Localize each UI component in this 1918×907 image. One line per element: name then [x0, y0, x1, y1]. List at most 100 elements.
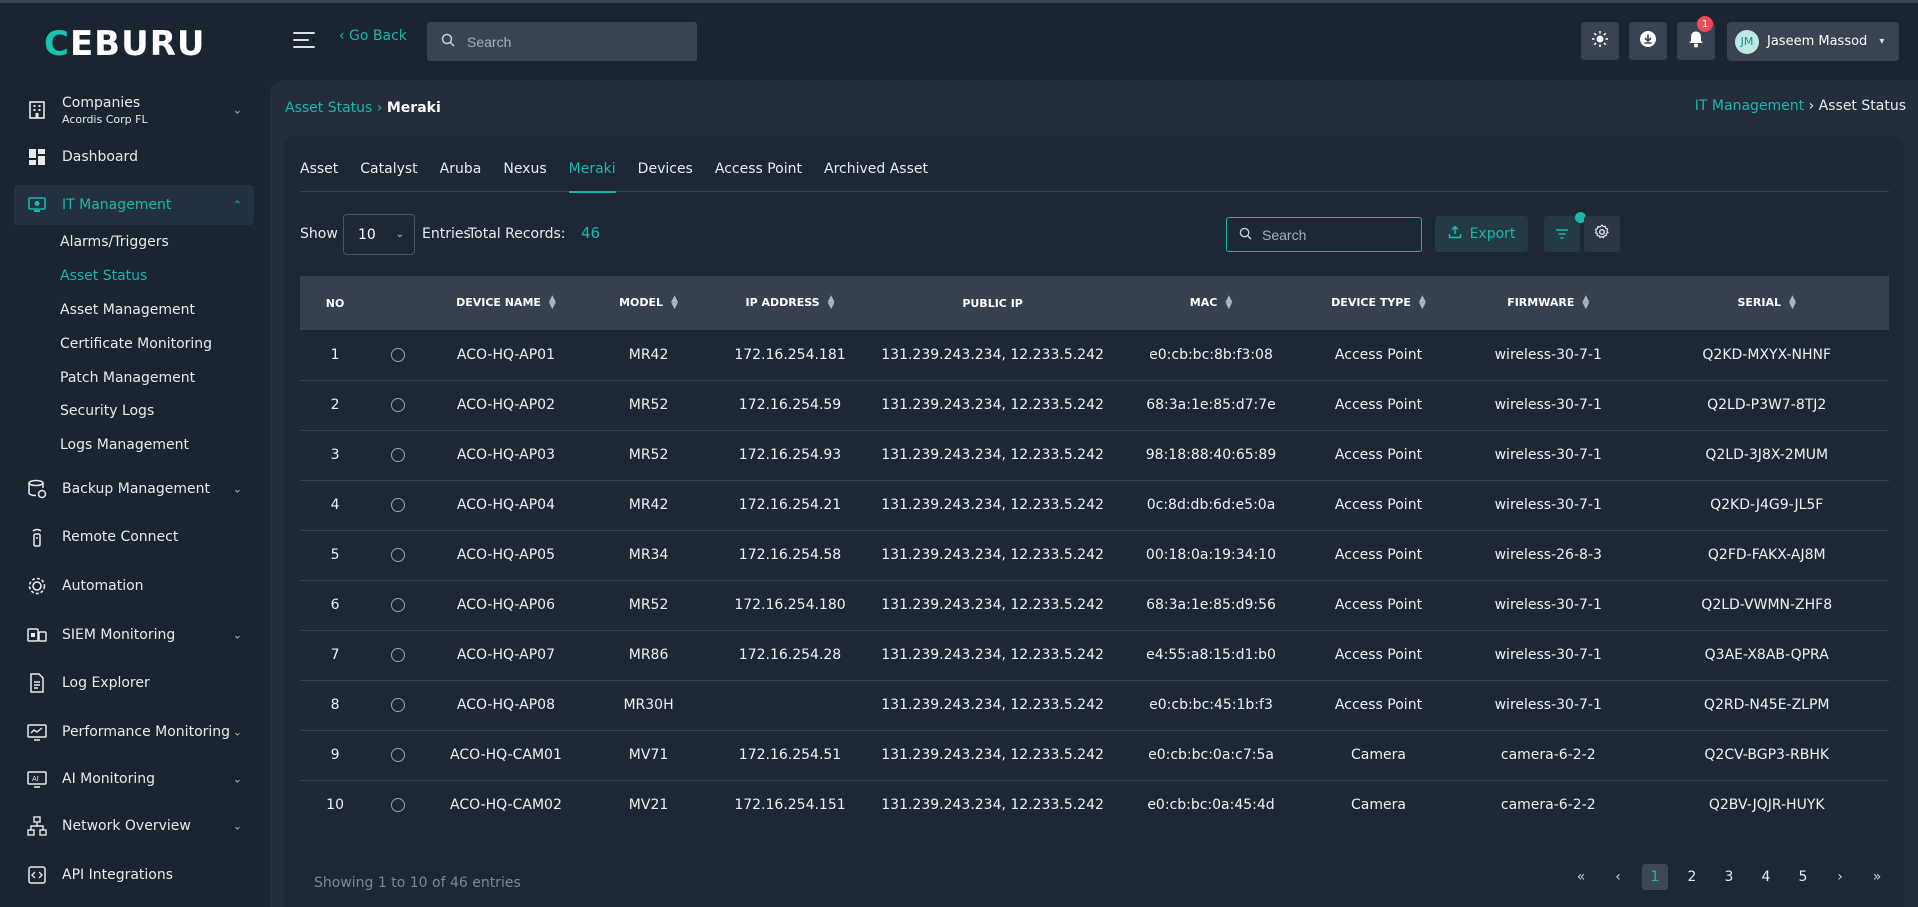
column-settings-button[interactable]	[1584, 216, 1620, 252]
submenu-alarms-triggers[interactable]: Alarms/Triggers	[60, 234, 169, 250]
tab-asset[interactable]: Asset	[300, 158, 338, 192]
table-search-input[interactable]	[1262, 226, 1412, 243]
cell-select[interactable]	[370, 530, 427, 580]
column-header-serial[interactable]: SERIAL ▲ ▼	[1644, 276, 1889, 330]
page-button-4[interactable]: 4	[1753, 864, 1779, 890]
sidebar-item-automation[interactable]: Automation	[14, 574, 254, 598]
column-header-mac[interactable]: MAC ▲ ▼	[1117, 276, 1305, 330]
column-header-firmware[interactable]: FIRMWARE ▲ ▼	[1452, 276, 1644, 330]
tab-devices[interactable]: Devices	[638, 158, 693, 192]
cell-select[interactable]	[370, 330, 427, 380]
sidebar-item-companies[interactable]: Companies Acordis Corp FL ⌄	[14, 88, 254, 132]
page-button-3[interactable]: 3	[1716, 864, 1742, 890]
row-radio[interactable]	[391, 648, 406, 662]
go-back-link[interactable]: ‹ Go Back	[339, 28, 407, 44]
sort-icon[interactable]: ▲ ▼	[1225, 295, 1232, 311]
tab-access-point[interactable]: Access Point	[715, 158, 802, 192]
sidebar-item-performance-monitoring[interactable]: Performance Monitoring ⌄	[14, 720, 254, 744]
row-radio[interactable]	[391, 548, 406, 562]
sidebar-item-ai-monitoring[interactable]: AI AI Monitoring ⌄	[14, 767, 254, 791]
user-menu[interactable]: JM Jaseem Massod ▾	[1727, 22, 1899, 61]
cell-select[interactable]	[370, 680, 427, 730]
tab-meraki[interactable]: Meraki	[568, 158, 616, 193]
sort-icon[interactable]: ▲ ▼	[1582, 295, 1589, 311]
page-button-2[interactable]: 2	[1679, 864, 1705, 890]
sort-icon[interactable]: ▲ ▼	[549, 295, 556, 311]
page-size-select[interactable]: 10 ⌄	[343, 214, 415, 255]
column-header-ip-address[interactable]: IP ADDRESS ▲ ▼	[712, 276, 868, 330]
cell-select[interactable]	[370, 380, 427, 430]
sidebar-item-api-integrations[interactable]: API Integrations	[14, 863, 254, 887]
last-page-icon[interactable]: »	[1864, 864, 1890, 890]
notifications-button[interactable]: 1	[1677, 16, 1715, 60]
export-button[interactable]: Export	[1435, 216, 1528, 252]
cell-select[interactable]	[370, 730, 427, 780]
submenu-asset-management[interactable]: Asset Management	[60, 302, 195, 318]
table-row[interactable]: 1 ACO-HQ-AP01 MR42 172.16.254.181 131.23…	[300, 330, 1889, 380]
sort-icon[interactable]: ▲ ▼	[1419, 295, 1426, 311]
table-row[interactable]: 8 ACO-HQ-AP08 MR30H 131.239.243.234, 12.…	[300, 680, 1889, 730]
row-radio[interactable]	[391, 398, 406, 412]
breadcrumb-parent[interactable]: Asset Status	[285, 100, 372, 116]
column-header-device-type[interactable]: DEVICE TYPE ▲ ▼	[1305, 276, 1452, 330]
page-button-5[interactable]: 5	[1790, 864, 1816, 890]
row-radio[interactable]	[391, 448, 406, 462]
table-row[interactable]: 6 ACO-HQ-AP06 MR52 172.16.254.180 131.23…	[300, 580, 1889, 630]
page-button-1[interactable]: 1	[1642, 864, 1668, 890]
sidebar-item-it-management[interactable]: IT Management ⌃	[14, 185, 254, 225]
row-radio[interactable]	[391, 798, 406, 813]
tab-catalyst[interactable]: Catalyst	[360, 158, 417, 192]
breadcrumb-parent[interactable]: IT Management	[1695, 98, 1804, 114]
row-radio[interactable]	[391, 498, 406, 512]
tab-aruba[interactable]: Aruba	[440, 158, 482, 192]
sidebar-item-remote-connect[interactable]: Remote Connect	[14, 525, 254, 549]
table-row[interactable]: 10 ACO-HQ-CAM02 MV21 172.16.254.151 131.…	[300, 780, 1889, 830]
first-page-icon[interactable]: «	[1568, 864, 1594, 890]
submenu-patch-management[interactable]: Patch Management	[60, 370, 195, 386]
sort-icon[interactable]: ▲ ▼	[1789, 295, 1796, 311]
cell-select[interactable]	[370, 480, 427, 530]
tab-nexus[interactable]: Nexus	[503, 158, 546, 192]
cell-no: 1	[330, 346, 340, 363]
cell-select[interactable]	[370, 630, 427, 680]
table-row[interactable]: 3 ACO-HQ-AP03 MR52 172.16.254.93 131.239…	[300, 430, 1889, 480]
table-row[interactable]: 9 ACO-HQ-CAM01 MV71 172.16.254.51 131.23…	[300, 730, 1889, 780]
prev-page-icon[interactable]: ‹	[1605, 864, 1631, 890]
theme-toggle-button[interactable]	[1581, 22, 1619, 60]
column-header-device-name[interactable]: DEVICE NAME ▲ ▼	[427, 276, 585, 330]
sidebar-item-dashboard[interactable]: Dashboard	[14, 146, 254, 168]
row-radio[interactable]	[391, 748, 406, 762]
cell-select[interactable]	[370, 780, 427, 830]
sort-icon[interactable]: ▲ ▼	[828, 295, 835, 311]
table-row[interactable]: 7 ACO-HQ-AP07 MR86 172.16.254.28 131.239…	[300, 630, 1889, 680]
row-radio[interactable]	[391, 598, 406, 612]
table-row[interactable]: 2 ACO-HQ-AP02 MR52 172.16.254.59 131.239…	[300, 380, 1889, 430]
submenu-security-logs[interactable]: Security Logs	[60, 403, 154, 419]
app-logo[interactable]: CEBURU	[44, 24, 234, 69]
tab-archived-asset[interactable]: Archived Asset	[824, 158, 928, 192]
sort-icon[interactable]: ▲ ▼	[671, 295, 678, 311]
row-radio[interactable]	[391, 698, 406, 712]
sidebar-item-network-overview[interactable]: Network Overview ⌄	[14, 814, 254, 838]
submenu-certificate-monitoring[interactable]: Certificate Monitoring	[60, 336, 212, 352]
submenu-asset-status[interactable]: Asset Status	[60, 268, 147, 284]
column-header-model[interactable]: MODEL ▲ ▼	[585, 276, 712, 330]
global-search-input[interactable]	[467, 33, 667, 50]
table-row[interactable]: 4 ACO-HQ-AP04 MR42 172.16.254.21 131.239…	[300, 480, 1889, 530]
sidebar-item-log-explorer[interactable]: Log Explorer	[14, 671, 254, 695]
next-page-icon[interactable]: ›	[1827, 864, 1853, 890]
menu-toggle-icon[interactable]	[293, 32, 315, 48]
table-row[interactable]: 5 ACO-HQ-AP05 MR34 172.16.254.58 131.239…	[300, 530, 1889, 580]
companies-label: Companies	[62, 94, 141, 111]
cell-serial: Q2KD-J4G9-JL5F	[1710, 497, 1824, 513]
download-button[interactable]	[1629, 22, 1667, 60]
sidebar-item-backup-management[interactable]: Backup Management ⌄	[14, 477, 254, 501]
table-search[interactable]	[1226, 217, 1422, 252]
global-search[interactable]	[427, 22, 697, 61]
cell-select[interactable]	[370, 580, 427, 630]
cell-select[interactable]	[370, 430, 427, 480]
sidebar-item-siem-monitoring[interactable]: SIEM Monitoring ⌄	[14, 623, 254, 647]
submenu-logs-management[interactable]: Logs Management	[60, 437, 189, 453]
row-radio[interactable]	[391, 347, 406, 362]
filter-button[interactable]	[1544, 212, 1586, 252]
